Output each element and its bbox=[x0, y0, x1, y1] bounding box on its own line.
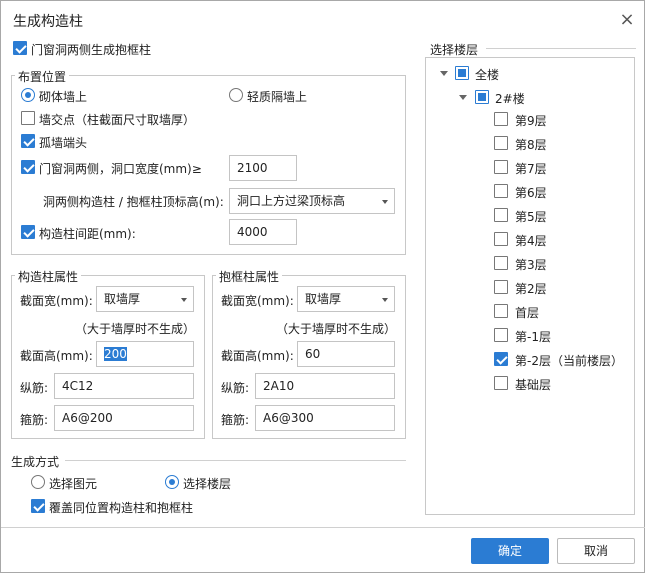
spacing-input[interactable]: 4000 bbox=[229, 219, 297, 245]
column-width-value: 取墙厚 bbox=[104, 292, 141, 306]
embrace-width-select[interactable]: 取墙厚 bbox=[297, 286, 395, 312]
floor-legend: 选择楼层 bbox=[430, 43, 479, 57]
radio-select-floor[interactable] bbox=[165, 475, 179, 489]
column-stirrup-input[interactable]: A6@200 bbox=[54, 405, 194, 431]
door-sides-checkbox[interactable] bbox=[21, 160, 35, 174]
method-legend: 生成方式 bbox=[11, 455, 60, 469]
column-width-select[interactable]: 取墙厚 bbox=[96, 286, 194, 312]
floor-item-checkbox[interactable] bbox=[494, 304, 508, 318]
wall-intersection-checkbox[interactable] bbox=[21, 111, 35, 125]
overwrite-label: 覆盖同位置构造柱和抱框柱 bbox=[49, 501, 194, 515]
spacing-checkbox[interactable] bbox=[21, 225, 35, 239]
floor-item-label: 第-1层 bbox=[515, 330, 551, 344]
column-width-label: 截面宽(mm): bbox=[20, 294, 93, 308]
floor-item-label: 第8层 bbox=[515, 138, 547, 152]
radio-masonry-label: 砌体墙上 bbox=[39, 90, 88, 104]
embrace-height-label: 截面高(mm): bbox=[221, 349, 294, 363]
top-elevation-value: 洞口上方过梁顶标高 bbox=[237, 194, 346, 208]
radio-select-floor-label: 选择楼层 bbox=[183, 477, 232, 491]
floor-root-checkbox[interactable] bbox=[455, 66, 469, 80]
embrace-long-rebar-input[interactable]: 2A10 bbox=[255, 373, 395, 399]
wall-end-checkbox[interactable] bbox=[21, 134, 35, 148]
collapse-icon[interactable] bbox=[440, 71, 448, 76]
floor-item-label: 第3层 bbox=[515, 258, 547, 272]
column-note: （大于墙厚时不生成） bbox=[75, 322, 196, 336]
column-height-value: 200 bbox=[104, 347, 127, 361]
chevron-down-icon bbox=[382, 298, 388, 302]
dialog-title: 生成构造柱 bbox=[13, 14, 83, 30]
ok-button[interactable]: 确定 bbox=[471, 538, 549, 564]
floor-item-label: 第9层 bbox=[515, 114, 547, 128]
floor-item-label: 第-2层（当前楼层） bbox=[515, 354, 623, 368]
door-sides-label: 门窗洞两侧，洞口宽度(mm)≥ bbox=[39, 162, 202, 176]
column-props-legend: 构造柱属性 bbox=[15, 268, 82, 285]
floor-item-checkbox[interactable] bbox=[494, 112, 508, 126]
generate-column-dialog: 生成构造柱 × 门窗洞两侧生成抱框柱 布置位置 砌体墙上 轻质隔墙上 墙交点（柱… bbox=[0, 0, 645, 573]
floor-item-checkbox[interactable] bbox=[494, 328, 508, 342]
floor-item-label: 第4层 bbox=[515, 234, 547, 248]
floor-root-label: 全楼 bbox=[475, 68, 500, 82]
floor-item-label: 基础层 bbox=[515, 378, 552, 392]
gen-embrace-label: 门窗洞两侧生成抱框柱 bbox=[31, 43, 152, 57]
gen-embrace-checkbox[interactable] bbox=[13, 41, 27, 55]
layout-legend: 布置位置 bbox=[15, 68, 70, 85]
floor-item-label: 第7层 bbox=[515, 162, 547, 176]
column-long-rebar-input[interactable]: 4C12 bbox=[54, 373, 194, 399]
embrace-note: （大于墙厚时不生成） bbox=[276, 322, 397, 336]
column-height-input[interactable]: 200 bbox=[96, 341, 194, 367]
wall-end-label: 孤墙端头 bbox=[39, 136, 88, 150]
floor-item-checkbox[interactable] bbox=[494, 136, 508, 150]
floor-legend-divider bbox=[486, 48, 636, 49]
radio-light-wall-label: 轻质隔墙上 bbox=[247, 90, 308, 104]
overwrite-checkbox[interactable] bbox=[31, 499, 45, 513]
floor-item-checkbox[interactable] bbox=[494, 352, 508, 366]
chevron-down-icon bbox=[181, 298, 187, 302]
floor-item-checkbox[interactable] bbox=[494, 376, 508, 390]
embrace-stirrup-label: 箍筋: bbox=[221, 413, 250, 427]
radio-select-element-label: 选择图元 bbox=[49, 477, 98, 491]
building-checkbox[interactable] bbox=[475, 90, 489, 104]
embrace-stirrup-input[interactable]: A6@300 bbox=[255, 405, 395, 431]
embrace-props-legend: 抱框柱属性 bbox=[216, 268, 283, 285]
cancel-button[interactable]: 取消 bbox=[557, 538, 635, 564]
embrace-long-rebar-label: 纵筋: bbox=[221, 381, 250, 395]
method-divider bbox=[65, 460, 406, 461]
floor-item-checkbox[interactable] bbox=[494, 184, 508, 198]
door-width-input[interactable]: 2100 bbox=[229, 155, 297, 181]
close-icon[interactable]: × bbox=[617, 10, 637, 30]
floor-item-label: 首层 bbox=[515, 306, 540, 320]
radio-light-wall[interactable] bbox=[229, 88, 243, 102]
floor-item-checkbox[interactable] bbox=[494, 256, 508, 270]
floor-item-checkbox[interactable] bbox=[494, 160, 508, 174]
embrace-height-input[interactable]: 60 bbox=[297, 341, 395, 367]
floor-item-label: 第2层 bbox=[515, 282, 547, 296]
collapse-icon[interactable] bbox=[459, 95, 467, 100]
column-long-rebar-label: 纵筋: bbox=[20, 381, 49, 395]
floor-item-label: 第5层 bbox=[515, 210, 547, 224]
floor-item-checkbox[interactable] bbox=[494, 280, 508, 294]
radio-masonry[interactable] bbox=[21, 88, 35, 102]
top-elevation-select[interactable]: 洞口上方过梁顶标高 bbox=[229, 188, 395, 214]
floor-item-checkbox[interactable] bbox=[494, 232, 508, 246]
radio-select-element[interactable] bbox=[31, 475, 45, 489]
embrace-width-label: 截面宽(mm): bbox=[221, 294, 294, 308]
floor-item-label: 第6层 bbox=[515, 186, 547, 200]
embrace-width-value: 取墙厚 bbox=[305, 292, 342, 306]
spacing-label: 构造柱间距(mm): bbox=[39, 227, 136, 241]
footer-divider bbox=[1, 527, 645, 528]
floor-item-checkbox[interactable] bbox=[494, 208, 508, 222]
chevron-down-icon bbox=[382, 200, 388, 204]
top-elevation-label: 洞两侧构造柱 / 抱框柱顶标高(m): bbox=[43, 195, 224, 209]
building-label: 2#楼 bbox=[495, 92, 525, 106]
column-stirrup-label: 箍筋: bbox=[20, 413, 49, 427]
wall-intersection-label: 墙交点（柱截面尺寸取墙厚） bbox=[39, 113, 196, 127]
column-height-label: 截面高(mm): bbox=[20, 349, 93, 363]
